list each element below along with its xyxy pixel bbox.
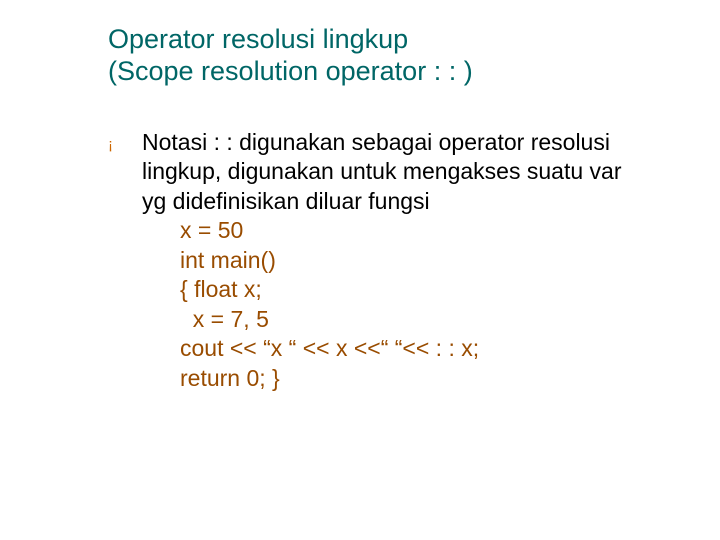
slide-title: Operator resolusi lingkup (Scope resolut… (108, 24, 648, 88)
title-line-2: (Scope resolution operator : : ) (108, 56, 648, 88)
code-line-3: { float x; (180, 275, 648, 304)
code-line-4: x = 7, 5 (180, 305, 648, 334)
code-line-2: int main() (180, 246, 648, 275)
bullet-content: Notasi : : digunakan sebagai operator re… (142, 128, 648, 393)
code-block: x = 50 int main() { float x; x = 7, 5 co… (142, 216, 648, 393)
code-line-1: x = 50 (180, 216, 648, 245)
bullet-icon: ¡ (108, 128, 142, 160)
slide: Operator resolusi lingkup (Scope resolut… (0, 0, 720, 540)
slide-body: ¡ Notasi : : digunakan sebagai operator … (108, 128, 648, 393)
code-line-6: return 0; } (180, 364, 648, 393)
paragraph: Notasi : : digunakan sebagai operator re… (142, 128, 648, 216)
title-line-1: Operator resolusi lingkup (108, 24, 648, 56)
code-line-5: cout << “x “ << x <<“ “<< : : x; (180, 334, 648, 363)
bullet-item: ¡ Notasi : : digunakan sebagai operator … (108, 128, 648, 393)
